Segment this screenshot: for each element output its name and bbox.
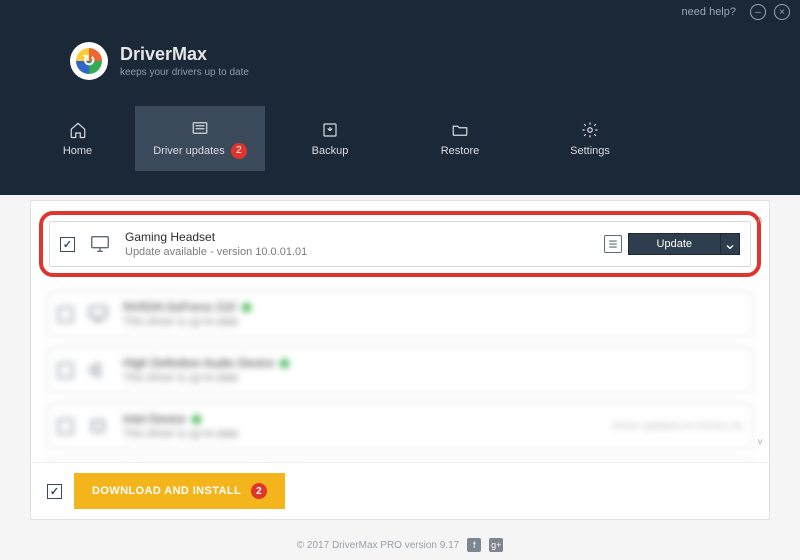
tab-driver-updates[interactable]: Driver updates 2 [135, 106, 265, 171]
details-icon[interactable] [604, 235, 622, 253]
update-button[interactable]: Update ⌄ [628, 233, 740, 255]
row-checkbox [58, 307, 73, 322]
tab-label: Restore [441, 145, 480, 157]
driver-list: Gaming Headset Update available - versio… [31, 201, 769, 462]
row-checkbox [58, 363, 73, 378]
row-checkbox [58, 419, 73, 434]
app-logo-icon [70, 42, 108, 80]
select-all-checkbox[interactable] [47, 484, 62, 499]
download-install-label: DOWNLOAD AND INSTALL [92, 485, 241, 497]
download-install-button[interactable]: DOWNLOAD AND INSTALL 2 [74, 473, 285, 509]
minimize-button[interactable]: – [750, 4, 766, 20]
gear-icon [580, 121, 600, 139]
tab-label: Home [63, 145, 92, 157]
brand-header: DriverMax keeps your drivers up to date [0, 24, 800, 80]
tab-backup[interactable]: Backup [265, 106, 395, 171]
folder-icon [450, 121, 470, 139]
app-title: DriverMax [120, 44, 249, 65]
download-badge: 2 [251, 483, 267, 499]
close-button[interactable]: × [774, 4, 790, 20]
highlighted-update-row: Gaming Headset Update available - versio… [39, 211, 761, 277]
updates-badge: 2 [231, 143, 247, 159]
app-window: need help? – × DriverMax keeps your driv… [0, 0, 800, 560]
status-ok-icon [280, 359, 289, 368]
app-footer: © 2017 DriverMax PRO version 9.17 f g+ [0, 538, 800, 552]
driver-row-blurred: Intel Device This driver is up-to-date D… [47, 403, 753, 449]
app-tagline: keeps your drivers up to date [120, 67, 249, 78]
tab-home[interactable]: Home [0, 106, 135, 171]
main-tabs: Home Driver updates 2 Backup Restore Set… [0, 106, 800, 171]
tab-restore[interactable]: Restore [395, 106, 525, 171]
driver-status: Update available - version 10.0.01.01 [125, 246, 592, 258]
backup-icon [320, 121, 340, 139]
tab-label: Driver updates [153, 145, 225, 157]
row-checkbox[interactable] [60, 237, 75, 252]
google-plus-icon[interactable]: g+ [489, 538, 503, 552]
content-panel: Gaming Headset Update available - versio… [30, 200, 770, 520]
chevron-down-icon[interactable]: ⌄ [720, 233, 740, 255]
driver-row-gaming-headset[interactable]: Gaming Headset Update available - versio… [49, 221, 751, 267]
scroll-down-icon[interactable]: ˅ [755, 437, 765, 448]
update-button-label: Update [628, 233, 720, 255]
tab-settings[interactable]: Settings [525, 106, 655, 171]
driver-row-blurred: High Definition Audio Device This driver… [47, 347, 753, 393]
monitor-icon [87, 233, 113, 255]
scroll-up-icon[interactable]: ˄ [755, 215, 765, 226]
facebook-icon[interactable]: f [467, 538, 481, 552]
help-link[interactable]: need help? [682, 6, 736, 18]
home-icon [68, 121, 88, 139]
scrollbar[interactable]: ˄ ˅ [755, 215, 765, 448]
tab-label: Backup [312, 145, 349, 157]
driver-row-blurred: Intel(R) 82801 PCI Bridge - 244E This dr… [47, 459, 753, 462]
list-icon [190, 119, 210, 137]
audio-icon [85, 359, 111, 381]
driver-name: Gaming Headset [125, 230, 592, 244]
status-ok-icon [192, 415, 201, 424]
list-footer: DOWNLOAD AND INSTALL 2 [31, 462, 769, 519]
status-ok-icon [242, 303, 251, 312]
monitor-icon [85, 303, 111, 325]
titlebar: need help? – × [0, 0, 800, 24]
copyright-text: © 2017 DriverMax PRO version 9.17 [297, 540, 459, 551]
driver-row-blurred: NVIDIA GeForce 210 This driver is up-to-… [47, 291, 753, 337]
chip-icon [85, 415, 111, 437]
tab-label: Settings [570, 145, 610, 157]
